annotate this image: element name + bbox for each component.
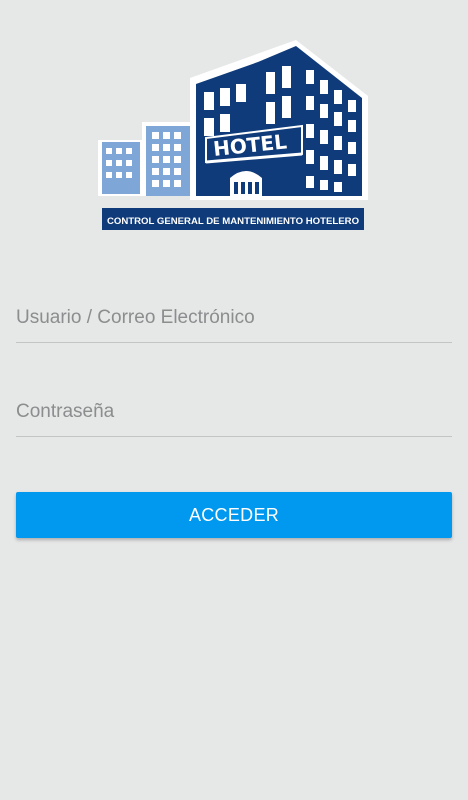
hotel-logo: HOTEL CONTROL GENERAL DE MANTENIMIENTO H… — [96, 36, 368, 236]
logo-banner-text: CONTROL GENERAL DE MANTENIMIENTO HOTELER… — [107, 216, 360, 227]
password-input[interactable] — [16, 390, 452, 434]
password-field — [16, 390, 452, 437]
login-button[interactable]: ACCEDER — [16, 492, 452, 538]
logo-main-building: HOTEL — [190, 40, 368, 200]
hotel-building-icon: HOTEL CONTROL GENERAL DE MANTENIMIENTO H… — [98, 40, 368, 230]
logo-side-buildings — [98, 122, 194, 196]
username-field — [16, 296, 452, 343]
username-input[interactable] — [16, 296, 452, 340]
